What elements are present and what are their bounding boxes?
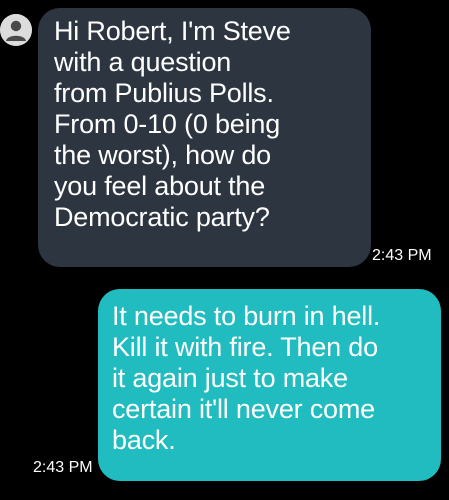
incoming-message-line: the worst), how do	[54, 140, 272, 170]
incoming-message-line: from Publius Polls.	[54, 78, 274, 108]
outgoing-message-line: It needs to burn in hell.	[112, 301, 381, 331]
incoming-message-line: Democratic party?	[54, 202, 270, 232]
incoming-message-line: with a question	[54, 47, 232, 77]
outgoing-message-line: it again just to make	[112, 363, 348, 393]
outgoing-message-line: certain it'll never come	[112, 394, 375, 424]
incoming-message-line: you feel about the	[54, 171, 266, 201]
incoming-message-timestamp: 2:43 PM	[372, 247, 432, 264]
person-icon	[0, 14, 32, 46]
outgoing-message-timestamp: 2:43 PM	[33, 459, 93, 476]
incoming-message-line: From 0-10 (0 being	[54, 109, 281, 139]
outgoing-message-bubble[interactable]: It needs to burn in hell. Kill it with f…	[98, 289, 441, 481]
incoming-message-line: Hi Robert, I'm Steve	[54, 16, 291, 46]
outgoing-message-line: Kill it with fire. Then do	[112, 332, 378, 362]
contact-avatar[interactable]	[0, 14, 32, 46]
outgoing-message-line: back.	[112, 425, 176, 455]
incoming-message-bubble[interactable]: Hi Robert, I'm Steve with a question fro…	[38, 8, 371, 267]
